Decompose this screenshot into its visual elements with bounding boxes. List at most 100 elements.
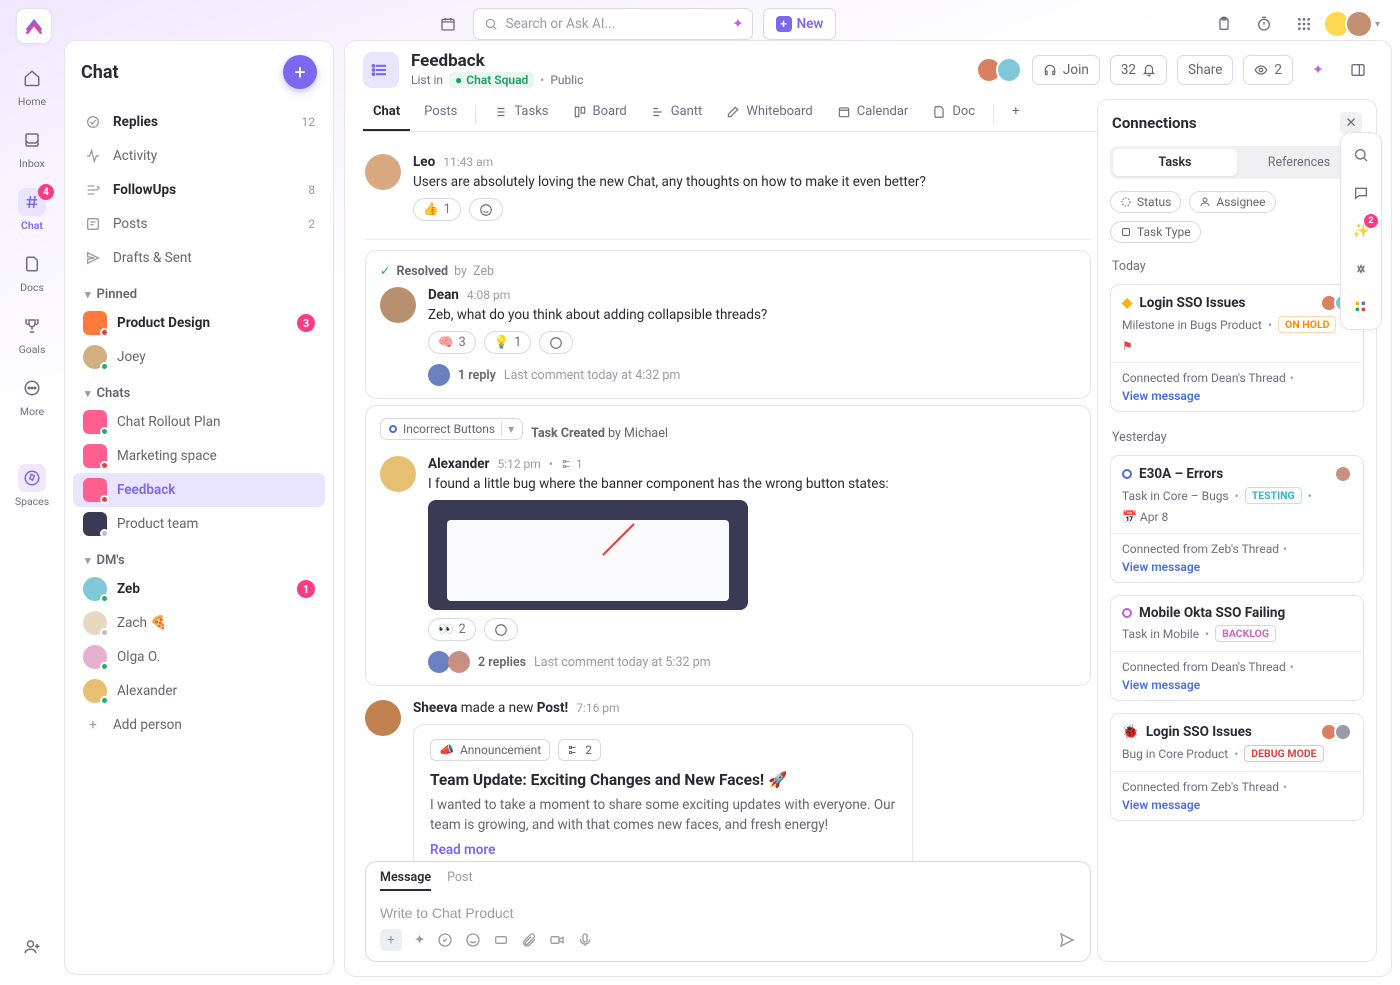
view-message-link[interactable]: View message [1122,678,1200,692]
filter-assignee[interactable]: Assignee [1189,191,1275,213]
add-reaction[interactable] [469,198,503,221]
reaction-bulb[interactable]: 💡1 [484,331,532,354]
mic-icon[interactable] [577,932,593,948]
filter-status[interactable]: Status [1110,191,1181,213]
apps-icon[interactable] [1289,9,1319,39]
dm-alexander[interactable]: Alexander [73,674,325,708]
rail-more[interactable]: More [8,368,56,424]
connections-icon[interactable] [1347,255,1375,283]
add-view-button[interactable]: + [1002,96,1029,131]
thread-alexander[interactable]: Incorrect Buttons ▾ Task Created by Mich… [365,405,1091,686]
ai-assist-icon[interactable]: ✨2 [1347,217,1375,245]
timer-icon[interactable] [1249,9,1279,39]
composer-tab-post[interactable]: Post [447,870,472,891]
tab-board[interactable]: Board [563,96,637,131]
dm-zeb[interactable]: Zeb 1 [73,572,325,606]
reaction-thumbsup[interactable]: 👍1 [413,198,461,221]
row-followups[interactable]: FollowUps 8 [73,173,325,207]
clipboard-icon[interactable] [1209,9,1239,39]
views-count[interactable]: 2 [1243,55,1293,85]
composer-tab-message[interactable]: Message [380,870,431,891]
row-replies[interactable]: Replies 12 [73,105,325,139]
conn-card[interactable]: Mobile Okta SSO Failing Task in Mobile• … [1110,595,1364,701]
tab-gantt[interactable]: Gantt [641,96,713,131]
tab-chat[interactable]: Chat [363,96,410,131]
tab-tasks[interactable]: Tasks [484,96,558,131]
new-button[interactable]: + New [763,8,837,40]
section-chats[interactable]: ▾Chats [73,374,325,405]
row-drafts[interactable]: Drafts & Sent [73,241,325,275]
attach-button[interactable]: + [380,929,402,951]
member-count[interactable]: 32 [1110,55,1167,85]
rail-inbox[interactable]: Inbox [8,120,56,176]
join-button[interactable]: Join [1032,55,1100,85]
reaction-eyes[interactable]: 👀2 [428,618,476,641]
ai-icon[interactable]: ✦ [1303,55,1333,85]
user-avatar-menu[interactable]: ▾ [1329,10,1380,38]
close-button[interactable]: ✕ [1340,112,1362,134]
rail-goals[interactable]: Goals [8,306,56,362]
dm-olga[interactable]: Olga O. [73,640,325,674]
tab-whiteboard[interactable]: Whiteboard [716,96,822,131]
dm-zach[interactable]: Zach 🍕 [73,606,325,640]
section-dms[interactable]: ▾DM's [73,541,325,572]
message-leo[interactable]: Leo11:43 am Users are absolutely loving … [365,146,1091,229]
rail-chat[interactable]: 4 Chat [8,182,56,238]
chat-feedback[interactable]: Feedback [73,473,325,507]
share-button[interactable]: Share [1177,55,1233,85]
section-pinned[interactable]: ▾Pinned [73,275,325,306]
slash-icon[interactable] [493,932,509,948]
comment-icon[interactable] [1347,179,1375,207]
view-message-link[interactable]: View message [1122,798,1200,812]
folder-chip[interactable]: ● Chat Squad [449,72,534,88]
post-sheeva[interactable]: Sheeva made a new Post! 7:16 pm 📣Announc… [365,692,1091,861]
attached-screenshot[interactable] [428,500,748,610]
app-logo[interactable] [16,8,52,44]
global-search[interactable]: Search or Ask AI... ✦ [473,8,753,40]
chat-marketing[interactable]: Marketing space [73,439,325,473]
reaction-brain[interactable]: 🧠3 [428,331,476,354]
rail-invite[interactable] [8,927,56,967]
composer-input[interactable] [380,897,1076,929]
read-more-link[interactable]: Read more [430,842,896,858]
chat-product-team[interactable]: Product team [73,507,325,541]
pinned-joey[interactable]: Joey [73,340,325,374]
video-icon[interactable] [549,932,565,948]
conn-card[interactable]: E30A – Errors Task in Core – Bugs• TESTI… [1110,455,1364,583]
tab-calendar[interactable]: Calendar [827,96,919,131]
calendar-icon[interactable] [433,9,463,39]
reply-summary[interactable]: 1 reply Last comment today at 4:32 pm [428,364,1076,386]
chat-rollout-plan[interactable]: Chat Rollout Plan [73,405,325,439]
view-message-link[interactable]: View message [1122,560,1200,574]
conn-card[interactable]: 🐞 Login SSO Issues Bug in Core Product• … [1110,713,1364,821]
rail-home[interactable]: Home [8,58,56,114]
chevron-down-icon[interactable]: ▾ [501,422,514,436]
member-avatars[interactable] [982,57,1022,83]
pinned-product-design[interactable]: Product Design 3 [73,306,325,340]
tab-posts[interactable]: Posts [414,96,467,131]
row-posts[interactable]: Posts 2 [73,207,325,241]
tab-doc[interactable]: Doc [922,96,985,131]
apps-grid-icon[interactable] [1347,293,1375,321]
rail-spaces[interactable]: Spaces [8,458,56,514]
task-chip[interactable]: Incorrect Buttons ▾ [380,418,523,440]
emoji-icon[interactable] [465,932,481,948]
ai-icon[interactable]: ✦ [414,932,425,948]
thread-dean[interactable]: ✓ Resolved byZeb Dean4:08 pm Zeb, what d… [365,250,1091,399]
conn-card[interactable]: ◆ Login SSO Issues Milestone in Bugs Pro… [1110,284,1364,412]
task-icon[interactable] [437,932,453,948]
add-person[interactable]: + Add person [73,708,325,742]
row-activity[interactable]: Activity [73,139,325,173]
conn-tab-tasks[interactable]: Tasks [1113,149,1237,176]
add-reaction[interactable] [484,618,518,641]
search-icon[interactable] [1347,141,1375,169]
view-message-link[interactable]: View message [1122,389,1200,403]
new-chat-button[interactable]: + [283,55,317,89]
attachment-icon[interactable] [521,932,537,948]
filter-tasktype[interactable]: Task Type [1110,221,1201,243]
send-button[interactable] [1058,931,1076,949]
rail-docs[interactable]: Docs [8,244,56,300]
panel-toggle-icon[interactable] [1343,55,1373,85]
add-reaction[interactable] [539,331,573,354]
post-card[interactable]: 📣Announcement 2 Team Update: Exciting Ch… [413,724,913,861]
